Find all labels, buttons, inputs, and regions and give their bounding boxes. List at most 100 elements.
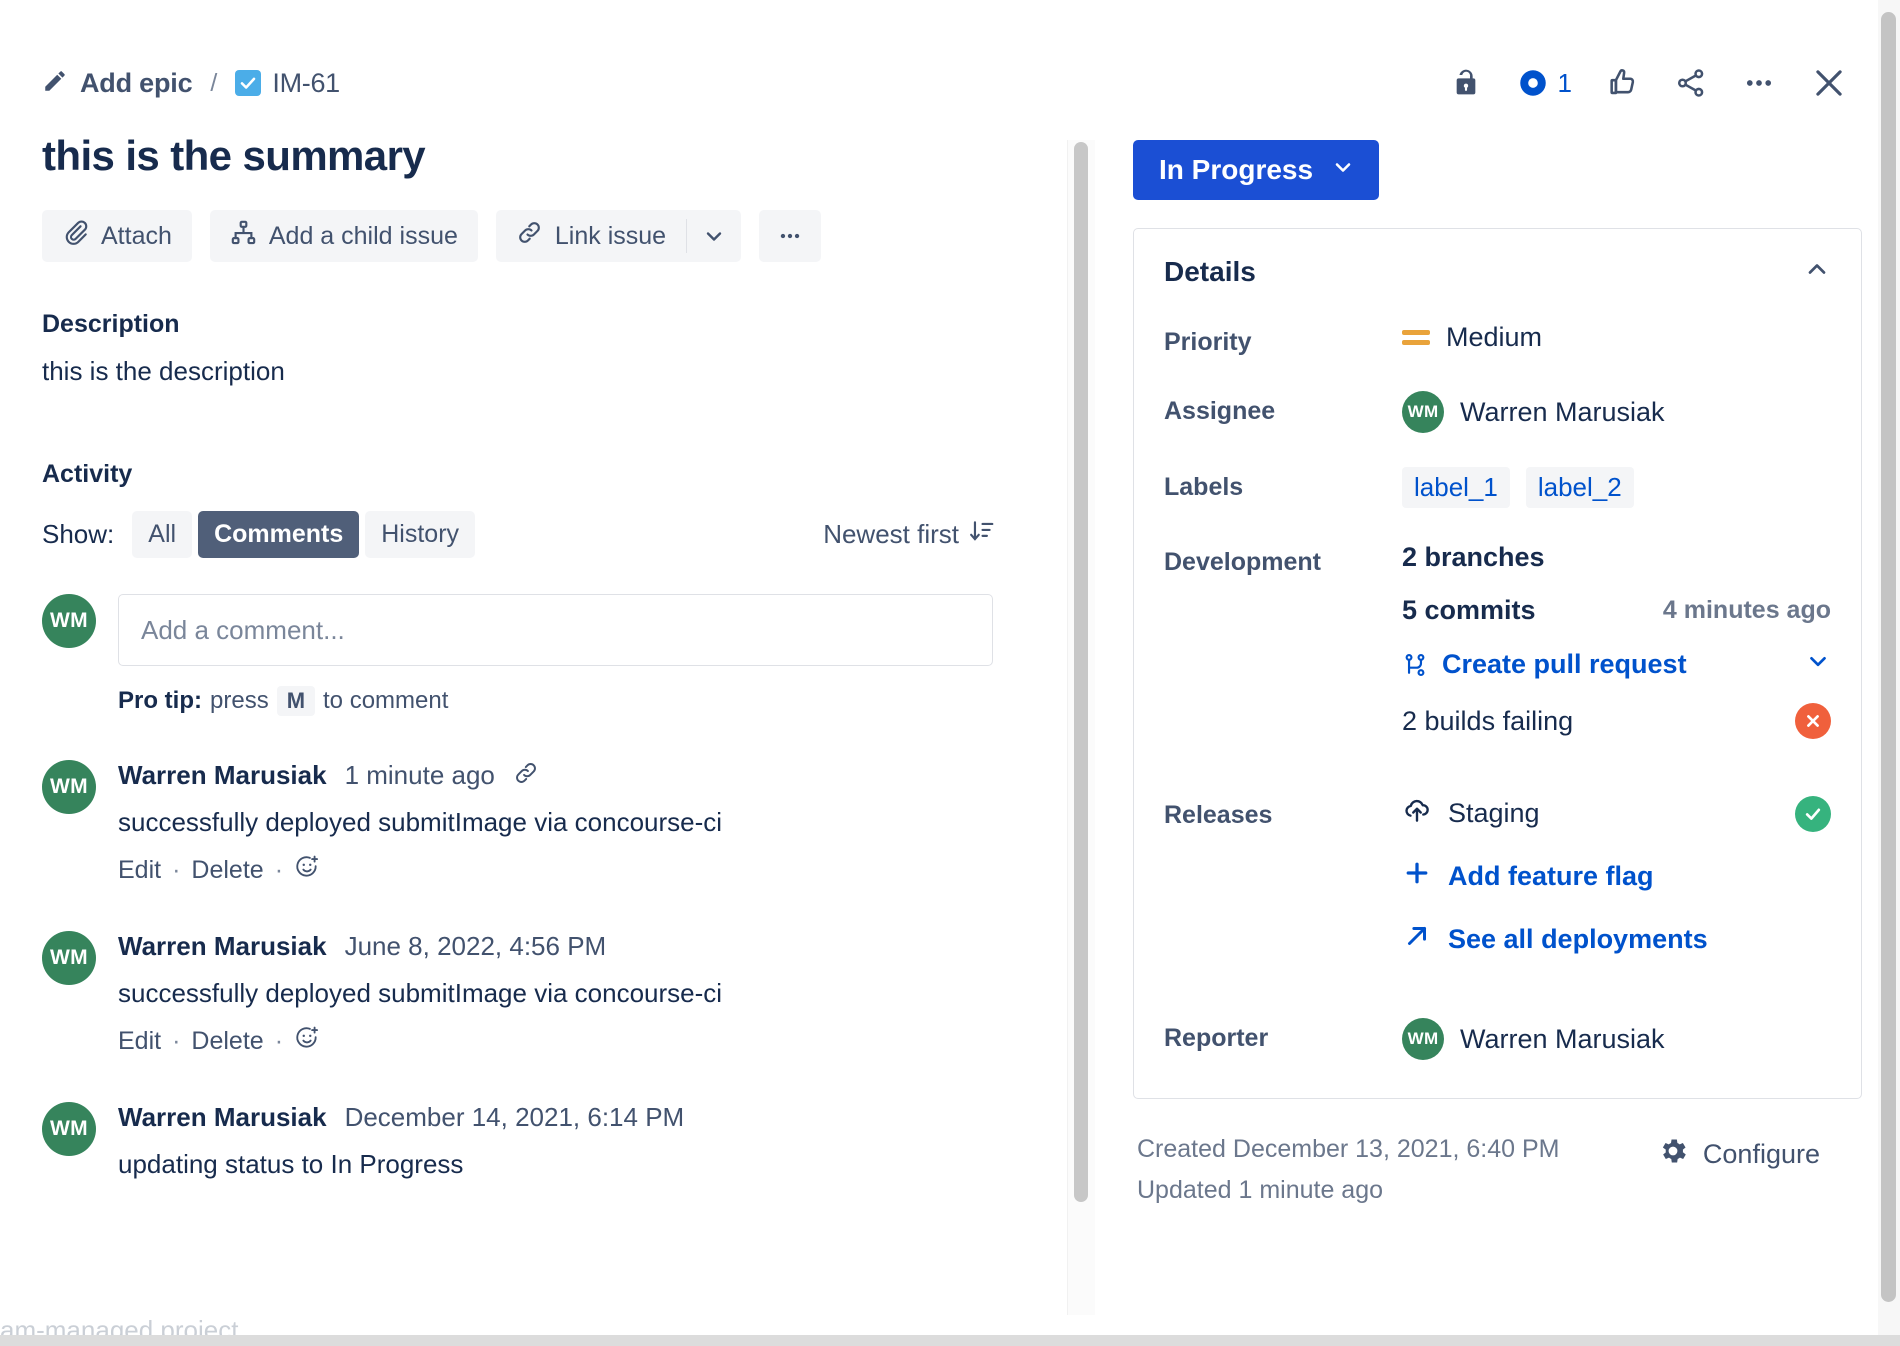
builds-status-text: 2 builds failing (1402, 706, 1573, 737)
status-dropdown[interactable]: In Progress (1133, 140, 1379, 200)
create-pull-request-link[interactable]: Create pull request (1442, 649, 1687, 680)
comment-timestamp: 1 minute ago (345, 760, 495, 791)
scrollbar-thumb[interactable] (1074, 142, 1088, 1202)
priority-value: Medium (1446, 322, 1542, 353)
branches-row[interactable]: 2 branches (1402, 542, 1831, 573)
description-body[interactable]: this is the description (42, 356, 1053, 387)
modal-body: this is the summary Attach (0, 118, 1900, 1346)
comment-composer: WM Add a comment... (42, 594, 1053, 666)
link-issue-dropdown-chevron-down-icon[interactable] (687, 210, 741, 262)
configure-button[interactable]: Configure (1657, 1135, 1854, 1174)
assignee-value-row[interactable]: WM Warren Marusiak (1402, 391, 1831, 433)
link-issue-button[interactable]: Link issue (496, 210, 686, 262)
comment-body: Warren Marusiak December 14, 2021, 6:14 … (118, 1102, 1053, 1180)
add-reaction-emoji-icon[interactable] (294, 1025, 320, 1058)
label-chip-2[interactable]: label_2 (1526, 467, 1634, 508)
left-column-scrollbar[interactable] (1067, 140, 1095, 1315)
assignee-name: Warren Marusiak (1460, 397, 1665, 428)
comment-body: Warren Marusiak June 8, 2022, 4:56 PM su… (118, 931, 1053, 1058)
paperclip-icon (62, 219, 89, 253)
page-scrollbar[interactable] (1878, 0, 1900, 1346)
add-comment-placeholder: Add a comment... (141, 615, 345, 646)
staging-label: Staging (1448, 798, 1540, 829)
issue-sidebar: In Progress Details (1095, 118, 1900, 1346)
activity-sort-label: Newest first (823, 519, 959, 550)
gear-icon (1657, 1135, 1689, 1174)
attach-button[interactable]: Attach (42, 210, 192, 262)
comment-edit-button[interactable]: Edit (118, 856, 161, 885)
share-icon[interactable] (1674, 66, 1708, 100)
field-priority: Priority Medium (1164, 322, 1831, 357)
pro-tip: Pro tip: press M to comment (118, 686, 1053, 716)
commits-row[interactable]: 5 commits 4 minutes ago (1402, 595, 1831, 626)
comment-permalink-icon[interactable] (513, 760, 539, 791)
see-all-deployments-row[interactable]: See all deployments (1402, 921, 1831, 958)
header-actions: 1 (1450, 64, 1858, 102)
activity-filter-all[interactable]: All (132, 511, 192, 558)
add-feature-flag-link[interactable]: Add feature flag (1448, 861, 1654, 892)
add-epic-label: Add epic (80, 68, 192, 99)
pro-tip-press: press (210, 687, 269, 715)
activity-sort-button[interactable]: Newest first (823, 518, 1053, 551)
releases-label: Releases (1164, 795, 1402, 830)
add-feature-flag-row[interactable]: Add feature flag (1402, 858, 1831, 895)
action-separator: · (275, 1027, 283, 1056)
watch-eye-icon[interactable]: 1 (1516, 66, 1572, 100)
comment-author: Warren Marusiak (118, 931, 327, 962)
pencil-icon (42, 68, 68, 99)
configure-label: Configure (1703, 1139, 1820, 1170)
avatar: WM (42, 594, 96, 648)
add-reaction-emoji-icon[interactable] (294, 854, 320, 887)
issue-action-buttons: Attach Add a child issue (42, 210, 1053, 262)
avatar: WM (42, 931, 96, 985)
unlock-icon[interactable] (1450, 66, 1482, 100)
labels-label: Labels (1164, 467, 1402, 502)
see-all-deployments-link[interactable]: See all deployments (1448, 924, 1708, 955)
deployment-success-icon (1795, 796, 1831, 832)
breadcrumb-separator: / (210, 69, 217, 98)
create-pull-request-row[interactable]: Create pull request (1402, 648, 1831, 681)
status-label: In Progress (1159, 154, 1313, 186)
create-pr-chevron-down-icon[interactable] (1805, 648, 1831, 681)
list-item: WM Warren Marusiak December 14, 2021, 6:… (42, 1102, 1053, 1180)
details-heading: Details (1164, 256, 1256, 288)
add-child-issue-button[interactable]: Add a child issue (210, 210, 478, 262)
scrollbar-thumb[interactable] (1881, 12, 1896, 1302)
more-issue-actions-button[interactable] (759, 210, 821, 262)
labels-value-row: label_1 label_2 (1402, 467, 1831, 508)
thumbs-up-icon[interactable] (1606, 66, 1640, 100)
activity-filter-comments[interactable]: Comments (198, 511, 359, 558)
description-heading: Description (42, 310, 1053, 339)
activity-filter-history[interactable]: History (365, 511, 475, 558)
close-icon[interactable] (1810, 64, 1848, 102)
more-actions-icon[interactable] (1742, 66, 1776, 100)
window-bottom-edge (0, 1335, 1900, 1346)
activity-section: Activity Show: All Comments History Newe… (42, 460, 1053, 1180)
reporter-value-row[interactable]: WM Warren Marusiak (1402, 1018, 1831, 1060)
comment-delete-button[interactable]: Delete (191, 856, 263, 885)
comment-delete-button[interactable]: Delete (191, 1027, 263, 1056)
add-comment-input[interactable]: Add a comment... (118, 594, 993, 666)
comment-edit-button[interactable]: Edit (118, 1027, 161, 1056)
arrow-up-right-icon (1402, 921, 1432, 958)
label-chip-1[interactable]: label_1 (1402, 467, 1510, 508)
staging-deployment-row[interactable]: Staging (1402, 795, 1831, 832)
avatar: WM (42, 760, 96, 814)
issue-detail-modal: Add epic / IM-61 (0, 0, 1900, 1346)
builds-status-row[interactable]: 2 builds failing (1402, 703, 1831, 739)
branches-count: 2 branches (1402, 542, 1545, 573)
details-header[interactable]: Details (1134, 229, 1861, 314)
issue-key-link[interactable]: IM-61 (235, 68, 340, 99)
chevron-up-icon[interactable] (1803, 255, 1831, 288)
comment-timestamp: June 8, 2022, 4:56 PM (345, 931, 607, 962)
add-epic-button[interactable]: Add epic (42, 68, 192, 99)
action-separator: · (172, 1027, 180, 1056)
priority-value-row[interactable]: Medium (1402, 322, 1831, 353)
field-releases: Releases Staging (1164, 795, 1831, 984)
priority-label: Priority (1164, 322, 1402, 357)
pro-tip-key: M (277, 686, 315, 716)
updated-timestamp: Updated 1 minute ago (1137, 1176, 1559, 1205)
development-label: Development (1164, 542, 1402, 577)
details-body: Priority Medium Assignee WM (1134, 314, 1861, 1098)
link-chain-icon (516, 219, 543, 253)
